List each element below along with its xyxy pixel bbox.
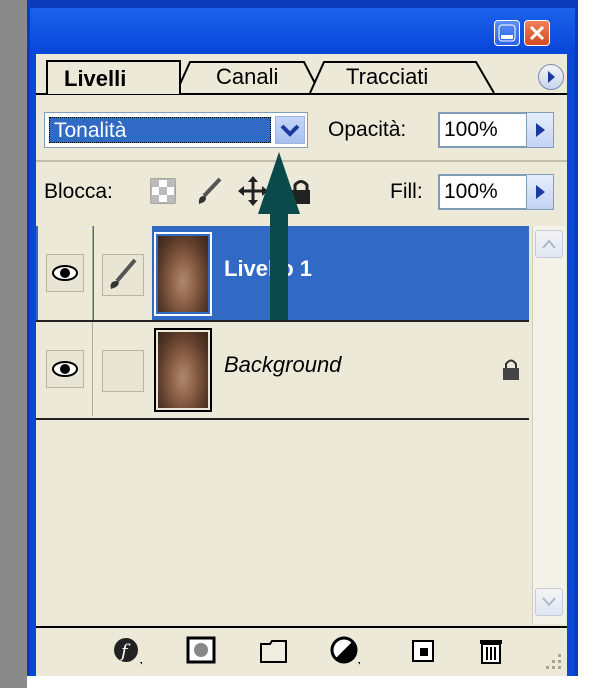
tab-tracciati-label: Tracciati [346, 64, 429, 89]
folder-icon[interactable] [258, 636, 288, 666]
lock-move-icon[interactable] [238, 176, 268, 206]
layer-thumbnail [154, 328, 212, 412]
tab-livelli[interactable]: Livelli [46, 60, 181, 94]
chevron-right-icon [548, 71, 555, 83]
blend-mode-dropdown-button[interactable] [275, 116, 305, 144]
tab-canali-label: Canali [216, 64, 279, 89]
lock-transparency-icon[interactable] [148, 176, 178, 206]
chevron-up-icon [542, 239, 556, 249]
chevron-down-icon [280, 124, 300, 137]
titlebar[interactable] [30, 0, 575, 54]
opacity-slider-button[interactable] [526, 112, 554, 148]
fill-label: Fill: [390, 180, 423, 203]
opacity-label: Opacità: [328, 118, 407, 141]
adjustment-layer-icon[interactable] [330, 636, 360, 666]
fill-input[interactable]: 100% [438, 174, 528, 210]
paint-brush-icon [110, 258, 137, 289]
mask-icon[interactable] [186, 636, 216, 666]
lock-label: Blocca: [44, 180, 113, 203]
scroll-down-button[interactable] [535, 588, 563, 616]
minimize-icon [495, 21, 519, 45]
tab-bar: Livelli Canali Tracciati [36, 54, 567, 95]
eye-icon [52, 361, 78, 377]
visibility-toggle[interactable] [46, 350, 84, 388]
layers-panel: Livelli Canali Tracciati Tonalità Opacit… [36, 54, 567, 676]
chevron-down-icon [542, 597, 556, 607]
minimize-button[interactable] [494, 20, 520, 46]
background-left [0, 0, 27, 688]
bottom-toolbar: f [36, 626, 567, 676]
opacity-value: 100% [444, 118, 498, 141]
layer-name: Background [224, 352, 342, 377]
layer-style-icon[interactable]: f [112, 636, 142, 666]
layers-list: Livello 1 Background [36, 224, 529, 624]
chevron-right-icon [536, 185, 545, 199]
blend-mode-value: Tonalità [54, 119, 127, 142]
tab-livelli-label: Livelli [64, 66, 127, 91]
resize-grip-icon[interactable] [540, 650, 564, 674]
layers-scrollbar[interactable] [532, 226, 566, 624]
blend-mode-select[interactable]: Tonalità [44, 112, 308, 148]
layer-row[interactable]: Background [36, 322, 529, 418]
layer-thumbnail [154, 232, 212, 316]
palette-menu-button[interactable] [538, 64, 564, 90]
opacity-input[interactable]: 100% [438, 112, 528, 148]
visibility-toggle[interactable] [46, 254, 84, 292]
lock-all-icon[interactable] [286, 176, 316, 206]
fill-value: 100% [444, 180, 498, 203]
new-layer-icon[interactable] [408, 636, 438, 666]
layers-palette-window: Livelli Canali Tracciati Tonalità Opacit… [27, 0, 578, 676]
chevron-right-icon [536, 123, 545, 137]
scroll-up-button[interactable] [535, 230, 563, 258]
close-button[interactable] [524, 20, 550, 46]
eye-icon [52, 265, 78, 281]
lock-icon [503, 359, 519, 380]
lock-paint-brush-icon[interactable] [194, 176, 224, 206]
layer-link-toggle[interactable] [102, 350, 144, 392]
layer-row[interactable]: Livello 1 [36, 226, 529, 322]
fill-slider-button[interactable] [526, 174, 554, 210]
close-icon [525, 21, 549, 45]
layer-name: Livello 1 [224, 256, 313, 281]
background-right [578, 0, 600, 688]
trash-icon[interactable] [476, 636, 506, 666]
layer-link-toggle[interactable] [102, 254, 144, 296]
